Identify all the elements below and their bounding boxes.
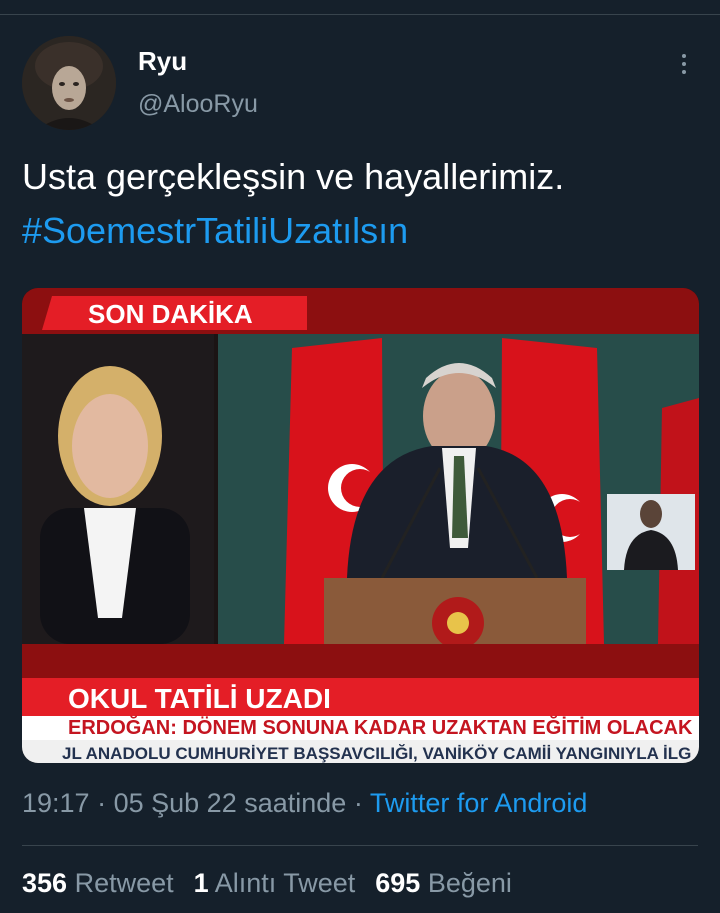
news-broadcast-image: SON DAKİKA OKUL TATİLİ UZADI ERDOĞAN: DÖ…: [22, 288, 699, 763]
avatar[interactable]: [22, 36, 116, 130]
hashtag-link[interactable]: #SoemestrTatiliUzatılsın: [22, 204, 702, 258]
top-divider: [0, 14, 720, 15]
quotes-stat[interactable]: 1 Alıntı Tweet: [194, 868, 356, 898]
stats-divider: [22, 845, 698, 846]
tweet-date: 05 Şub 22 saatinde: [113, 788, 347, 818]
tweet-meta: 19:17 · 05 Şub 22 saatinde · Twitter for…: [22, 788, 587, 819]
retweets-count: 356: [22, 868, 68, 898]
tweet-media[interactable]: SON DAKİKA OKUL TATİLİ UZADI ERDOĞAN: DÖ…: [22, 288, 699, 763]
tweet-stats: 356 Retweet 1 Alıntı Tweet 695 Beğeni: [22, 868, 532, 899]
user-handle[interactable]: @AlooRyu: [138, 90, 258, 119]
quotes-count: 1: [193, 868, 209, 898]
tweet-source-link[interactable]: Twitter for Android: [370, 788, 588, 818]
meta-separator: ·: [97, 788, 107, 818]
news-ticker: JL ANADOLU CUMHURİYET BAŞSAVCILIĞI, VANİ…: [62, 744, 691, 763]
meta-separator-2: ·: [353, 788, 363, 818]
quotes-label: Alıntı Tweet: [214, 868, 356, 898]
avatar-image: [22, 36, 116, 130]
news-subheadline: ERDOĞAN: DÖNEM SONUNA KADAR UZAKTAN EĞİT…: [68, 715, 693, 739]
tweet-text: Usta gerçekleşsin ve hayallerimiz. #Soem…: [22, 150, 702, 258]
retweets-stat[interactable]: 356 Retweet: [22, 868, 174, 898]
display-name[interactable]: Ryu: [138, 46, 187, 77]
more-options-icon[interactable]: [674, 50, 694, 80]
likes-label: Beğeni: [427, 868, 512, 898]
news-headline: OKUL TATİLİ UZADI: [68, 683, 331, 714]
likes-stat[interactable]: 695 Beğeni: [375, 868, 512, 898]
tweet-time: 19:17: [22, 788, 90, 818]
tweet-body: Usta gerçekleşsin ve hayallerimiz.: [22, 156, 565, 197]
retweets-label: Retweet: [74, 868, 174, 898]
likes-count: 695: [375, 868, 421, 898]
breaking-label: SON DAKİKA: [88, 299, 253, 329]
